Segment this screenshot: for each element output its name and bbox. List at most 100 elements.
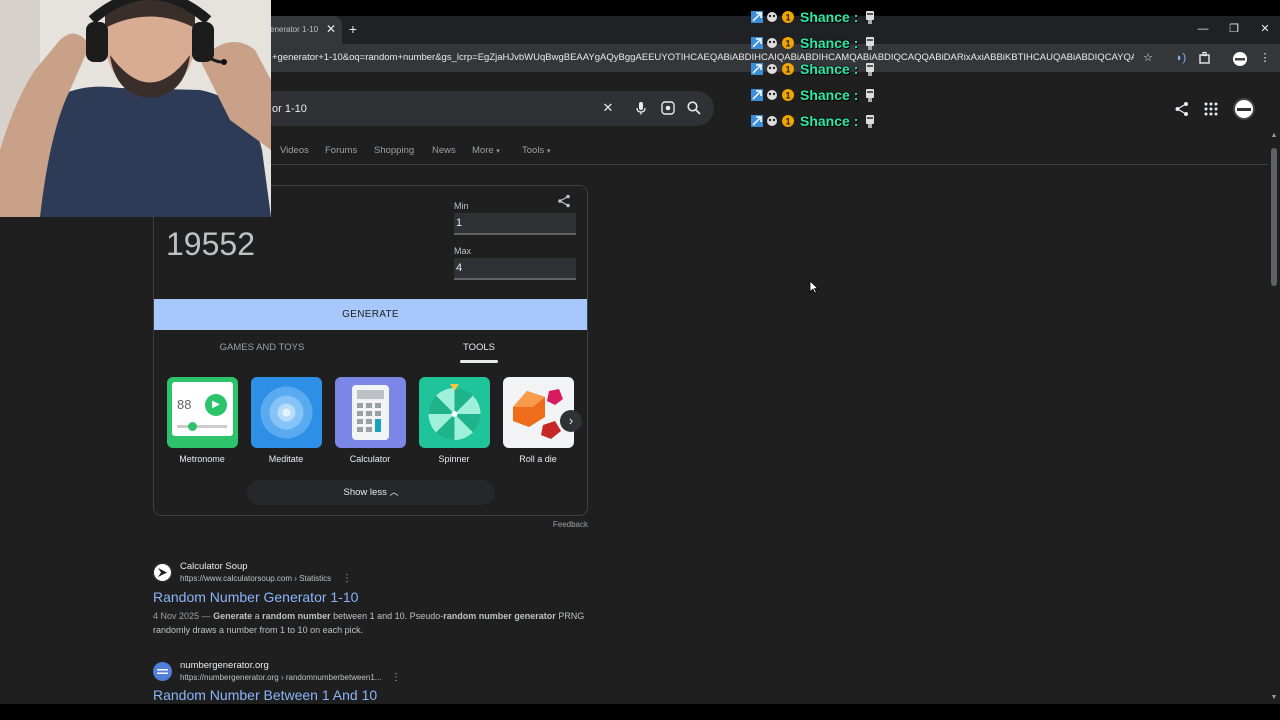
scroll-down-arrow-icon[interactable]: ▼ xyxy=(1268,692,1280,704)
chat-badges: 1 xyxy=(750,88,796,102)
clear-search-icon[interactable]: ✕ xyxy=(600,100,616,116)
svg-text:1: 1 xyxy=(785,13,790,23)
tab-tools-label: Tools xyxy=(522,145,545,156)
snippet-highlight: Generate xyxy=(213,611,253,621)
chat-badges: 1 xyxy=(750,10,796,24)
bookmark-star-icon[interactable]: ☆ xyxy=(1141,51,1155,65)
chat-username: Shance : xyxy=(800,61,859,77)
result-1-cite[interactable]: https://www.calculatorsoup.com › Statist… xyxy=(180,573,331,584)
snippet-highlight: random number xyxy=(262,611,331,621)
result-1-title-link[interactable]: Random Number Generator 1-10 xyxy=(153,588,358,606)
meditate-tile[interactable] xyxy=(251,377,322,448)
max-label: Max xyxy=(454,246,472,256)
search-box: ✕ xyxy=(262,91,714,126)
metronome-tile[interactable]: 88 ▶ xyxy=(167,377,238,448)
metronome-label: Metronome xyxy=(179,454,225,464)
calculator-soup-favicon xyxy=(153,563,172,582)
min-input[interactable] xyxy=(454,213,576,235)
result-1-snippet: 4 Nov 2025 — Generate a random number be… xyxy=(153,609,593,637)
max-input[interactable] xyxy=(454,258,576,280)
browser-menu-icon[interactable]: ⋮ xyxy=(1258,51,1272,65)
spinner-tile[interactable] xyxy=(419,377,490,448)
tab-news[interactable]: News xyxy=(432,144,456,158)
search-input[interactable] xyxy=(272,99,592,119)
scrollbar-thumb[interactable] xyxy=(1271,148,1277,286)
svg-text:1: 1 xyxy=(785,39,790,49)
feedback-link[interactable]: Feedback xyxy=(550,519,588,530)
tab-tools-category[interactable]: TOOLS xyxy=(449,341,509,355)
spinner-label: Spinner xyxy=(438,454,470,464)
new-tab-plus-icon[interactable]: + xyxy=(346,22,360,36)
chat-badges: 1 xyxy=(750,114,796,128)
tab-forums[interactable]: Forums xyxy=(325,144,357,158)
chevron-up-icon: ︿ xyxy=(389,487,399,497)
active-tab-indicator xyxy=(460,360,498,363)
chat-username: Shance : xyxy=(800,113,859,129)
window-close-icon[interactable]: ✕ xyxy=(1258,22,1272,36)
carousel-next-chevron-right-icon[interactable]: › xyxy=(560,410,582,432)
generate-button[interactable]: GENERATE xyxy=(154,299,587,330)
result-2-kebab-menu-icon[interactable]: ⋮ xyxy=(391,672,401,684)
svg-text:1: 1 xyxy=(785,117,790,127)
extensions-icon[interactable] xyxy=(1198,51,1212,65)
chat-username: Shance : xyxy=(800,87,859,103)
card-share-icon[interactable] xyxy=(556,193,572,209)
tab-more[interactable]: More ▾ xyxy=(472,144,500,158)
webcam-overlay xyxy=(0,0,271,217)
snippet-highlight: random number generator xyxy=(443,611,556,621)
show-less-label: Show less xyxy=(343,487,387,498)
snippet-text: a xyxy=(252,611,263,621)
robot-emote-icon xyxy=(864,9,876,25)
meditate-icon xyxy=(260,386,313,439)
calculator-label: Calculator xyxy=(349,454,391,464)
robot-emote-icon xyxy=(864,35,876,51)
result-1-date: 4 Nov 2025 — xyxy=(153,611,211,621)
numbergenerator-favicon xyxy=(153,662,172,681)
share-icon[interactable] xyxy=(1173,100,1191,118)
tab-tools[interactable]: Tools ▾ xyxy=(522,144,550,158)
tab-videos[interactable]: Videos xyxy=(280,144,309,158)
svg-text:1: 1 xyxy=(785,91,790,101)
streamer-webcam-image xyxy=(0,0,271,217)
tempo-slider-thumb xyxy=(188,422,197,431)
calculator-tile[interactable] xyxy=(335,377,406,448)
svg-text:1: 1 xyxy=(785,65,790,75)
result-1-site-name[interactable]: Calculator Soup xyxy=(180,561,248,573)
result-2-site-name[interactable]: numbergenerator.org xyxy=(180,660,269,672)
tab-close-icon[interactable]: ✕ xyxy=(324,22,338,36)
minimize-icon[interactable]: — xyxy=(1196,22,1210,36)
tab-title: enerator 1-10 xyxy=(270,25,319,34)
result-1-kebab-menu-icon[interactable]: ⋮ xyxy=(342,573,352,585)
robot-emote-icon xyxy=(864,87,876,103)
play-icon: ▶ xyxy=(205,394,227,416)
roll-a-die-label: Roll a die xyxy=(519,454,557,464)
spinner-icon xyxy=(428,384,481,441)
dropdown-arrow-icon: ▾ xyxy=(546,148,551,155)
chat-username: Shance : xyxy=(800,35,859,51)
url-field[interactable]: +generator+1-10&oq=random+number&gs_lcrp… xyxy=(272,51,1134,65)
result-2-title-link[interactable]: Random Number Between 1 And 10 xyxy=(153,686,377,704)
tab-games-and-toys[interactable]: GAMES AND TOYS xyxy=(212,341,312,355)
metronome-bpm: 88 xyxy=(177,397,192,412)
apps-grid-icon[interactable] xyxy=(1202,100,1220,118)
restore-icon[interactable]: ❐ xyxy=(1227,22,1241,36)
read-aloud-icon[interactable]: ◗) xyxy=(1174,51,1188,65)
meditate-label: Meditate xyxy=(268,454,304,464)
robot-emote-icon xyxy=(864,61,876,77)
google-account-avatar[interactable] xyxy=(1233,98,1255,120)
lens-icon[interactable] xyxy=(660,100,676,116)
robot-emote-icon xyxy=(864,113,876,129)
chat-badges: 1 xyxy=(750,36,796,50)
profile-avatar-icon[interactable] xyxy=(1232,51,1247,66)
screen: enerator 1-10 ✕ + — ❐ ✕ +generator+1-10&… xyxy=(0,0,1280,720)
result-2-cite[interactable]: https://numbergenerator.org › randomnumb… xyxy=(180,672,381,683)
tab-shopping[interactable]: Shopping xyxy=(374,144,414,158)
tempo-slider-track xyxy=(177,425,227,428)
calculator-icon xyxy=(352,385,389,440)
tab-more-label: More xyxy=(472,145,494,156)
mic-icon[interactable] xyxy=(633,100,649,116)
scroll-up-arrow-icon[interactable]: ▲ xyxy=(1268,130,1280,142)
show-less-button[interactable]: Show less ︿ xyxy=(247,480,495,505)
bottom-black-bar xyxy=(0,704,1280,720)
search-icon[interactable] xyxy=(686,100,702,116)
